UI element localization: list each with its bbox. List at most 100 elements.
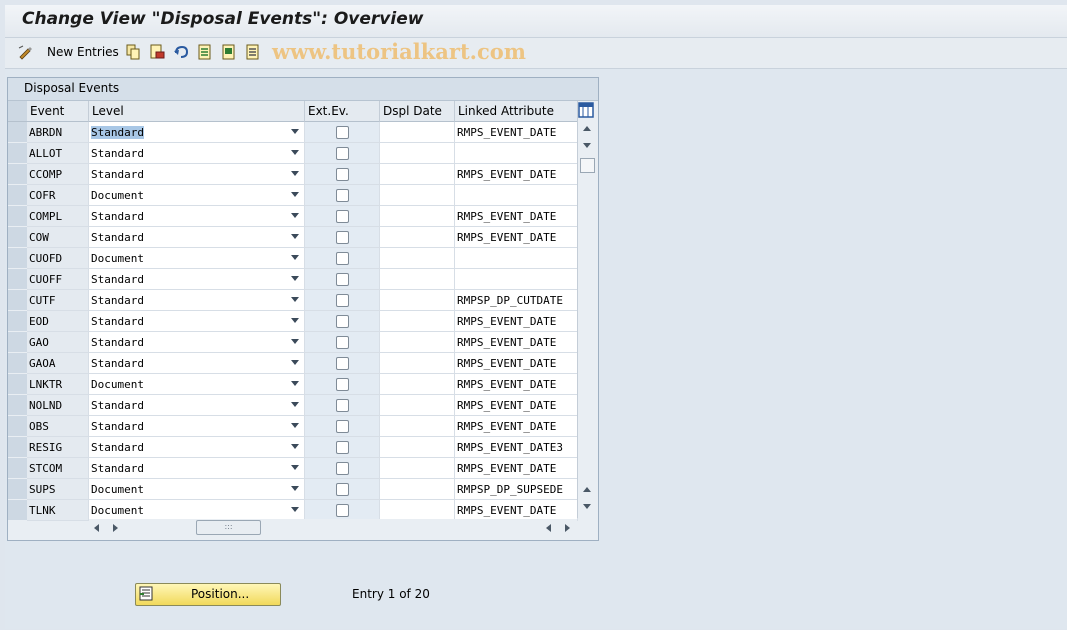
delete-icon[interactable] — [149, 44, 165, 60]
scroll-left-end-icon[interactable] — [546, 524, 551, 532]
linked-attribute-cell[interactable]: RMPS_EVENT_DATE — [455, 353, 578, 374]
dspl-date-cell[interactable] — [380, 248, 455, 269]
row-selector[interactable] — [8, 332, 27, 353]
ext-ev-checkbox[interactable] — [336, 315, 349, 328]
change-display-icon[interactable] — [18, 44, 34, 60]
row-selector[interactable] — [8, 416, 27, 437]
ext-ev-checkbox[interactable] — [336, 147, 349, 160]
dspl-date-cell[interactable] — [380, 164, 455, 185]
chevron-down-icon[interactable] — [291, 444, 299, 449]
chevron-down-icon[interactable] — [291, 486, 299, 491]
level-dropdown[interactable]: Standard — [89, 458, 305, 479]
dspl-date-cell[interactable] — [380, 122, 455, 143]
ext-ev-checkbox[interactable] — [336, 378, 349, 391]
dspl-date-cell[interactable] — [380, 143, 455, 164]
vertical-scrollbar[interactable] — [577, 121, 597, 518]
linked-attribute-cell[interactable] — [455, 269, 578, 290]
ext-ev-checkbox[interactable] — [336, 189, 349, 202]
chevron-down-icon[interactable] — [291, 297, 299, 302]
row-selector[interactable] — [8, 164, 27, 185]
row-selector[interactable] — [8, 395, 27, 416]
row-selector[interactable] — [8, 269, 27, 290]
ext-ev-checkbox[interactable] — [336, 252, 349, 265]
ext-ev-checkbox[interactable] — [336, 399, 349, 412]
level-dropdown[interactable]: Document — [89, 500, 305, 521]
deselect-all-icon[interactable] — [245, 44, 261, 60]
linked-attribute-cell[interactable]: RMPS_EVENT_DATE — [455, 395, 578, 416]
ext-ev-checkbox[interactable] — [336, 273, 349, 286]
scroll-down-icon[interactable] — [583, 143, 591, 148]
level-dropdown[interactable]: Document — [89, 479, 305, 500]
level-dropdown[interactable]: Standard — [89, 332, 305, 353]
dspl-date-cell[interactable] — [380, 206, 455, 227]
linked-attribute-cell[interactable] — [455, 185, 578, 206]
dspl-date-cell[interactable] — [380, 458, 455, 479]
level-dropdown[interactable]: Standard — [89, 164, 305, 185]
column-header-event[interactable]: Event — [27, 101, 89, 122]
ext-ev-checkbox[interactable] — [336, 126, 349, 139]
chevron-down-icon[interactable] — [291, 234, 299, 239]
vertical-scroll-thumb[interactable] — [580, 158, 595, 173]
column-header-linked-attribute[interactable]: Linked Attribute — [455, 101, 578, 122]
row-selector[interactable] — [8, 353, 27, 374]
level-dropdown[interactable]: Document — [89, 374, 305, 395]
row-selector[interactable] — [8, 479, 27, 500]
chevron-down-icon[interactable] — [291, 339, 299, 344]
dspl-date-cell[interactable] — [380, 374, 455, 395]
dspl-date-cell[interactable] — [380, 500, 455, 521]
linked-attribute-cell[interactable]: RMPS_EVENT_DATE — [455, 311, 578, 332]
linked-attribute-cell[interactable]: RMPS_EVENT_DATE — [455, 206, 578, 227]
chevron-down-icon[interactable] — [291, 360, 299, 365]
ext-ev-checkbox[interactable] — [336, 168, 349, 181]
level-dropdown[interactable]: Standard — [89, 353, 305, 374]
dspl-date-cell[interactable] — [380, 437, 455, 458]
row-selector[interactable] — [8, 248, 27, 269]
row-selector[interactable] — [8, 290, 27, 311]
row-selector[interactable] — [8, 458, 27, 479]
ext-ev-checkbox[interactable] — [336, 420, 349, 433]
row-selector[interactable] — [8, 227, 27, 248]
dspl-date-cell[interactable] — [380, 185, 455, 206]
level-dropdown[interactable]: Standard — [89, 227, 305, 248]
chevron-down-icon[interactable] — [291, 381, 299, 386]
linked-attribute-cell[interactable]: RMPS_EVENT_DATE3 — [455, 437, 578, 458]
dspl-date-cell[interactable] — [380, 332, 455, 353]
horizontal-scrollbar[interactable]: ::: — [89, 519, 577, 537]
row-selector[interactable] — [8, 143, 27, 164]
scroll-right-end-icon[interactable] — [565, 524, 570, 532]
chevron-down-icon[interactable] — [291, 423, 299, 428]
undo-icon[interactable] — [173, 44, 189, 60]
scroll-right-icon[interactable] — [113, 524, 118, 532]
copy-icon[interactable] — [125, 44, 141, 60]
column-header-level[interactable]: Level — [89, 101, 305, 122]
linked-attribute-cell[interactable]: RMPS_EVENT_DATE — [455, 458, 578, 479]
dspl-date-cell[interactable] — [380, 353, 455, 374]
ext-ev-checkbox[interactable] — [336, 210, 349, 223]
row-selector[interactable] — [8, 185, 27, 206]
linked-attribute-cell[interactable]: RMPS_EVENT_DATE — [455, 416, 578, 437]
chevron-down-icon[interactable] — [291, 192, 299, 197]
ext-ev-checkbox[interactable] — [336, 462, 349, 475]
dspl-date-cell[interactable] — [380, 311, 455, 332]
chevron-down-icon[interactable] — [291, 129, 299, 134]
level-dropdown[interactable]: Document — [89, 185, 305, 206]
level-dropdown[interactable]: Standard — [89, 311, 305, 332]
chevron-down-icon[interactable] — [291, 402, 299, 407]
linked-attribute-cell[interactable] — [455, 248, 578, 269]
ext-ev-checkbox[interactable] — [336, 294, 349, 307]
row-selector[interactable] — [8, 437, 27, 458]
level-dropdown[interactable]: Standard — [89, 416, 305, 437]
position-button[interactable]: Position... — [135, 583, 281, 606]
column-header-ext-ev[interactable]: Ext.Ev. — [305, 101, 380, 122]
chevron-down-icon[interactable] — [291, 465, 299, 470]
row-selector[interactable] — [8, 500, 27, 521]
level-dropdown[interactable]: Standard — [89, 437, 305, 458]
scroll-up-icon[interactable] — [583, 126, 591, 131]
ext-ev-checkbox[interactable] — [336, 483, 349, 496]
select-block-icon[interactable] — [221, 44, 237, 60]
column-header-dspl-date[interactable]: Dspl Date — [380, 101, 455, 122]
dspl-date-cell[interactable] — [380, 416, 455, 437]
linked-attribute-cell[interactable]: RMPS_EVENT_DATE — [455, 374, 578, 395]
ext-ev-checkbox[interactable] — [336, 504, 349, 517]
chevron-down-icon[interactable] — [291, 255, 299, 260]
